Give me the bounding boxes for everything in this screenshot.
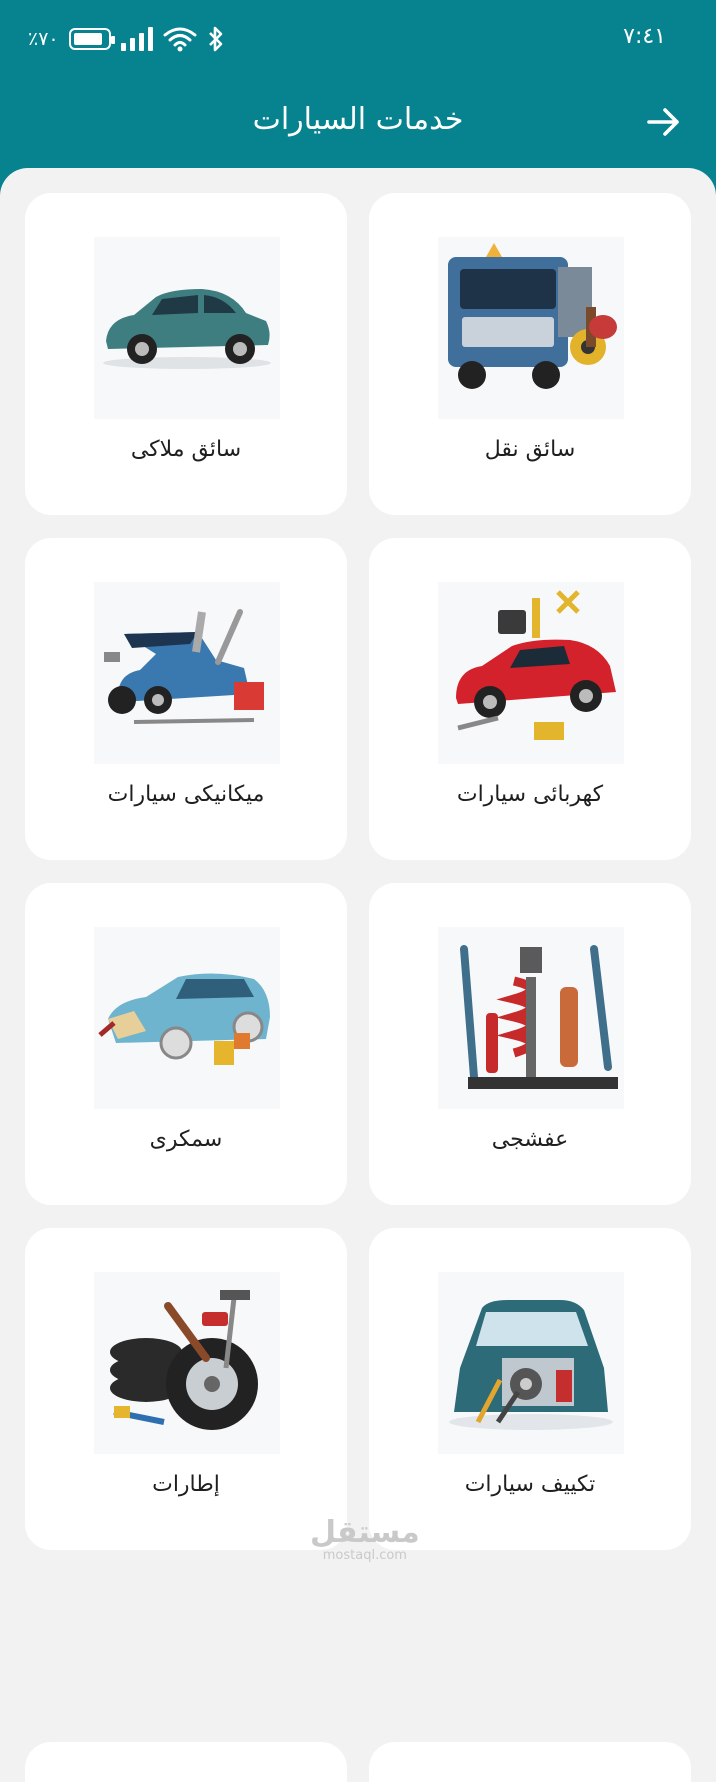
battery-icon <box>68 28 115 50</box>
signal-icon <box>120 27 153 51</box>
service-label: ميكانيكى سيارات <box>107 782 265 807</box>
clock-time: ٧:٤١ <box>623 24 666 49</box>
service-label: سائق ملاكى <box>130 437 242 462</box>
suspension-image <box>438 927 624 1109</box>
next-row-card <box>25 1742 347 1782</box>
back-button[interactable] <box>642 100 686 144</box>
wifi-icon <box>163 27 197 52</box>
car-ac-image <box>438 1272 624 1454</box>
status-icons: ٪٧٠ <box>28 26 225 52</box>
service-card-private-driver[interactable]: سائق ملاكى <box>25 193 347 515</box>
app-header: ٪٧٠ ٧:٤١ خدمات السيارات <box>0 0 716 195</box>
service-card-suspension[interactable]: عفشجى <box>369 883 691 1205</box>
service-label: عفشجى <box>491 1127 569 1152</box>
service-card-truck-driver[interactable]: سائق نقل <box>369 193 691 515</box>
service-label: سمكرى <box>149 1127 223 1152</box>
arrow-right-icon <box>647 108 679 136</box>
status-bar: ٪٧٠ ٧:٤١ <box>0 0 716 84</box>
truck-tools-image <box>438 237 624 419</box>
car-mechanic-image <box>94 582 280 764</box>
bluetooth-icon <box>208 26 222 52</box>
services-grid: سائق نقل سائق ملاكى كهربائى سيارات ميكان… <box>0 168 716 1782</box>
bodywork-image <box>94 927 280 1109</box>
watermark: مستقل mostaql.com <box>310 1518 420 1564</box>
service-label: سائق نقل <box>484 437 576 462</box>
sedan-car-image <box>94 237 280 419</box>
page-title: خدمات السيارات <box>252 102 464 137</box>
service-card-auto-electrician[interactable]: كهربائى سيارات <box>369 538 691 860</box>
car-electrician-image <box>438 582 624 764</box>
next-row-card <box>369 1742 691 1782</box>
service-label: كهربائى سيارات <box>456 782 604 807</box>
tires-image <box>94 1272 280 1454</box>
service-card-auto-mechanic[interactable]: ميكانيكى سيارات <box>25 538 347 860</box>
service-card-car-ac[interactable]: تكييف سيارات <box>369 1228 691 1550</box>
service-card-bodywork[interactable]: سمكرى <box>25 883 347 1205</box>
battery-percent: ٪٧٠ <box>28 28 59 50</box>
title-row: خدمات السيارات <box>0 96 716 148</box>
service-label: تكييف سيارات <box>464 1472 596 1497</box>
watermark-url: mostaql.com <box>322 1548 407 1563</box>
service-card-tires[interactable]: إطارات <box>25 1228 347 1550</box>
service-label: إطارات <box>152 1472 220 1497</box>
watermark-logo: مستقل <box>310 1515 420 1550</box>
